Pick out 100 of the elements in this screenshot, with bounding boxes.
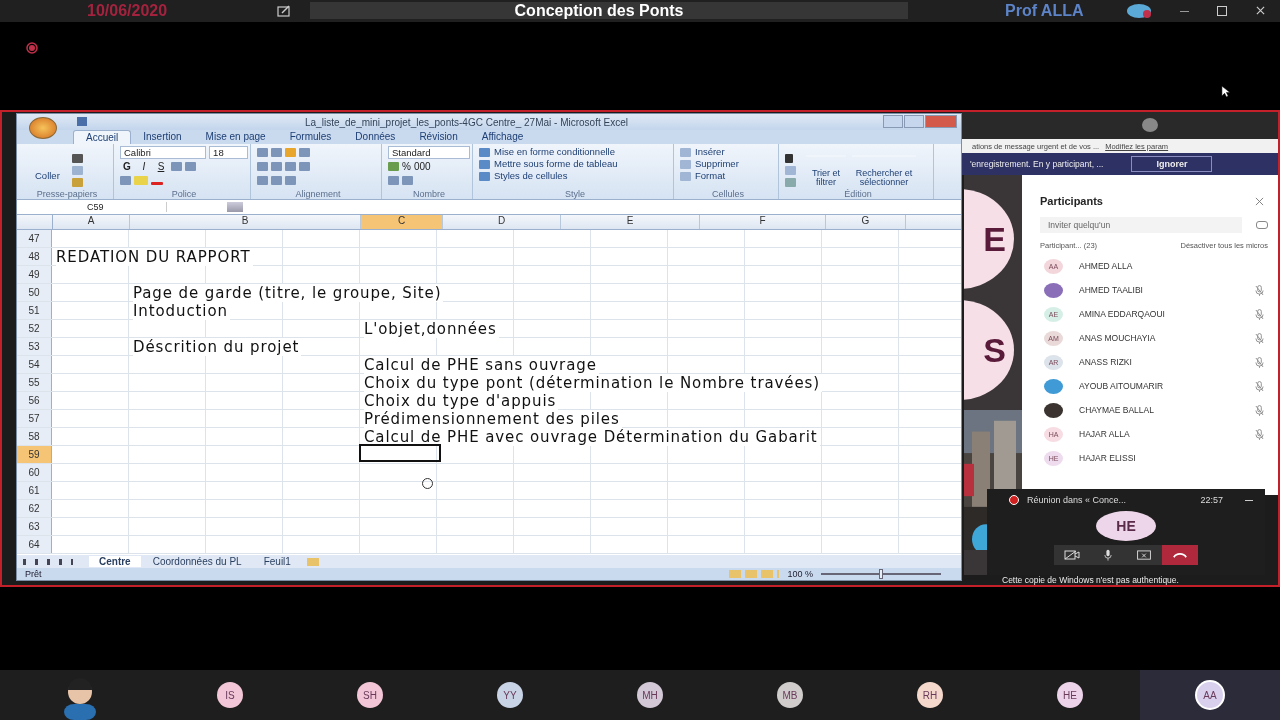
video-tile[interactable]: SH <box>300 670 440 720</box>
cells-menu-button[interactable]: Insérer <box>680 146 776 157</box>
participant-name: ANAS MOUCHAYIA <box>1079 333 1157 343</box>
column-header[interactable]: G <box>826 215 906 229</box>
video-tile[interactable]: IS <box>160 670 300 720</box>
muted-mic-icon[interactable] <box>1255 356 1264 368</box>
hang-up-button[interactable] <box>1162 545 1198 565</box>
link-icon[interactable] <box>1256 221 1268 229</box>
invite-field[interactable]: Inviter quelqu'un <box>1040 217 1242 233</box>
row-header[interactable]: 55 <box>17 374 52 391</box>
sheet-tab[interactable]: Coordonnées du PL <box>142 556 252 567</box>
style-menu-button[interactable]: Mettre sous forme de tableau <box>479 158 671 169</box>
close-button[interactable] <box>925 115 957 128</box>
muted-mic-icon[interactable] <box>1255 284 1264 296</box>
dismiss-button[interactable]: Ignorer <box>1131 156 1213 172</box>
font-size-field[interactable]: 18 <box>209 145 248 159</box>
ribbon-tab[interactable]: Formules <box>277 130 344 144</box>
selected-cell[interactable] <box>359 444 441 462</box>
row-header[interactable]: 51 <box>17 302 52 319</box>
muted-mic-icon[interactable] <box>1255 332 1264 344</box>
video-tile[interactable]: AA <box>1140 670 1280 720</box>
microphone-icon <box>1104 549 1112 561</box>
ribbon-tab[interactable]: Mise en page <box>193 130 278 144</box>
muted-mic-icon[interactable] <box>1255 428 1264 440</box>
table-cell: Page de garde (titre, le groupe, Site) <box>133 284 444 302</box>
row-header[interactable]: 57 <box>17 410 52 427</box>
row-header[interactable]: 48 <box>17 248 52 265</box>
row-header[interactable]: 59 <box>17 446 52 463</box>
row-header[interactable]: 47 <box>17 230 52 247</box>
ribbon-tab[interactable]: Révision <box>407 130 470 144</box>
camera-off-button[interactable] <box>1054 545 1090 565</box>
column-header[interactable]: D <box>443 215 561 229</box>
paste-button[interactable]: Coller <box>35 170 60 187</box>
underline-button[interactable]: S <box>154 160 168 172</box>
video-tile[interactable]: MH <box>580 670 720 720</box>
video-tile[interactable]: HE <box>1000 670 1140 720</box>
muted-mic-icon[interactable] <box>1255 308 1264 320</box>
sheet-tab[interactable]: Feuil1 <box>253 556 301 567</box>
row-header[interactable]: 60 <box>17 464 52 481</box>
mouse-pointer-icon <box>1221 85 1230 98</box>
video-tile[interactable]: MB <box>720 670 860 720</box>
row-header[interactable]: 54 <box>17 356 52 373</box>
cells-menu-button[interactable]: Supprimer <box>680 158 776 169</box>
row-header[interactable]: 50 <box>17 284 52 301</box>
row-header[interactable]: 62 <box>17 500 52 517</box>
participant-name: CHAYMAE BALLAL <box>1079 405 1155 415</box>
percent-button[interactable]: % <box>402 160 411 172</box>
maximize-icon[interactable] <box>1217 6 1227 16</box>
avatar: MH <box>637 682 663 708</box>
avatar-icon[interactable] <box>1142 118 1158 132</box>
bold-button[interactable]: G <box>120 160 134 172</box>
edit-icon[interactable] <box>277 5 291 17</box>
ribbon-tab[interactable]: Insertion <box>131 130 194 144</box>
sort-filter-button[interactable]: Trier et filtrer <box>806 155 846 187</box>
row-header[interactable]: 56 <box>17 392 52 409</box>
row-header[interactable]: 58 <box>17 428 52 445</box>
row-header[interactable]: 49 <box>17 266 52 283</box>
style-menu-button[interactable]: Styles de cellules <box>479 170 671 181</box>
avatar: IS <box>217 682 243 708</box>
row-header[interactable]: 61 <box>17 482 52 499</box>
video-tile[interactable]: RH <box>860 670 1000 720</box>
row-header[interactable]: 52 <box>17 320 52 337</box>
group-label: Alignement <box>294 189 342 199</box>
maximize-button[interactable] <box>904 115 924 128</box>
participant-name: AMINA EDDARQAOUI <box>1079 309 1166 319</box>
zoom-slider-thumb[interactable] <box>879 569 883 579</box>
font-name-field[interactable]: Calibri <box>120 145 207 159</box>
sheet-tab[interactable]: Centre <box>89 556 141 567</box>
column-header[interactable]: C <box>361 215 443 229</box>
ribbon-tab[interactable]: Affichage <box>469 130 536 144</box>
group-label: Presse-papiers <box>35 189 99 199</box>
column-header[interactable]: E <box>561 215 700 229</box>
column-header[interactable]: F <box>700 215 826 229</box>
style-menu-button[interactable]: Mise en forme conditionnelle <box>479 146 671 157</box>
avatar-icon[interactable] <box>1126 3 1154 19</box>
row-header[interactable]: 63 <box>17 518 52 535</box>
column-header[interactable]: A <box>53 215 130 229</box>
muted-mic-icon[interactable] <box>1255 404 1264 416</box>
video-tile[interactable]: YY <box>440 670 580 720</box>
cells-menu-button[interactable]: Format <box>680 170 776 181</box>
minimize-icon[interactable] <box>1245 499 1253 501</box>
table-cell: Calcul de PHE avec ouvrage Détermination du Gabarit <box>364 428 820 446</box>
avatar: MB <box>777 682 803 708</box>
share-screen-button[interactable] <box>1126 545 1162 565</box>
ribbon-tab[interactable]: Accueil <box>73 130 132 144</box>
close-icon[interactable] <box>1256 6 1265 15</box>
minimize-button[interactable] <box>883 115 903 128</box>
status-text: Prêt <box>25 569 42 579</box>
ribbon-tab[interactable]: Données <box>343 130 408 144</box>
name-box[interactable]: C59 <box>17 202 167 212</box>
row-header[interactable]: 64 <box>17 536 52 553</box>
window-title: La_liste_de_mini_projet_les_ponts-4GC Centre_ 27Mai - Microsoft Excel <box>305 116 628 128</box>
muted-mic-icon[interactable] <box>1255 380 1264 392</box>
table-cell: Prédimensionnement des piles <box>364 410 622 428</box>
row-header[interactable]: 53 <box>17 338 52 355</box>
find-select-button[interactable]: Rechercher et sélectionner <box>852 155 916 187</box>
office-button[interactable] <box>29 117 57 139</box>
thousands-button[interactable]: 000 <box>413 160 431 172</box>
number-format-field[interactable]: Standard <box>388 145 470 159</box>
italic-button[interactable]: I <box>137 160 151 172</box>
